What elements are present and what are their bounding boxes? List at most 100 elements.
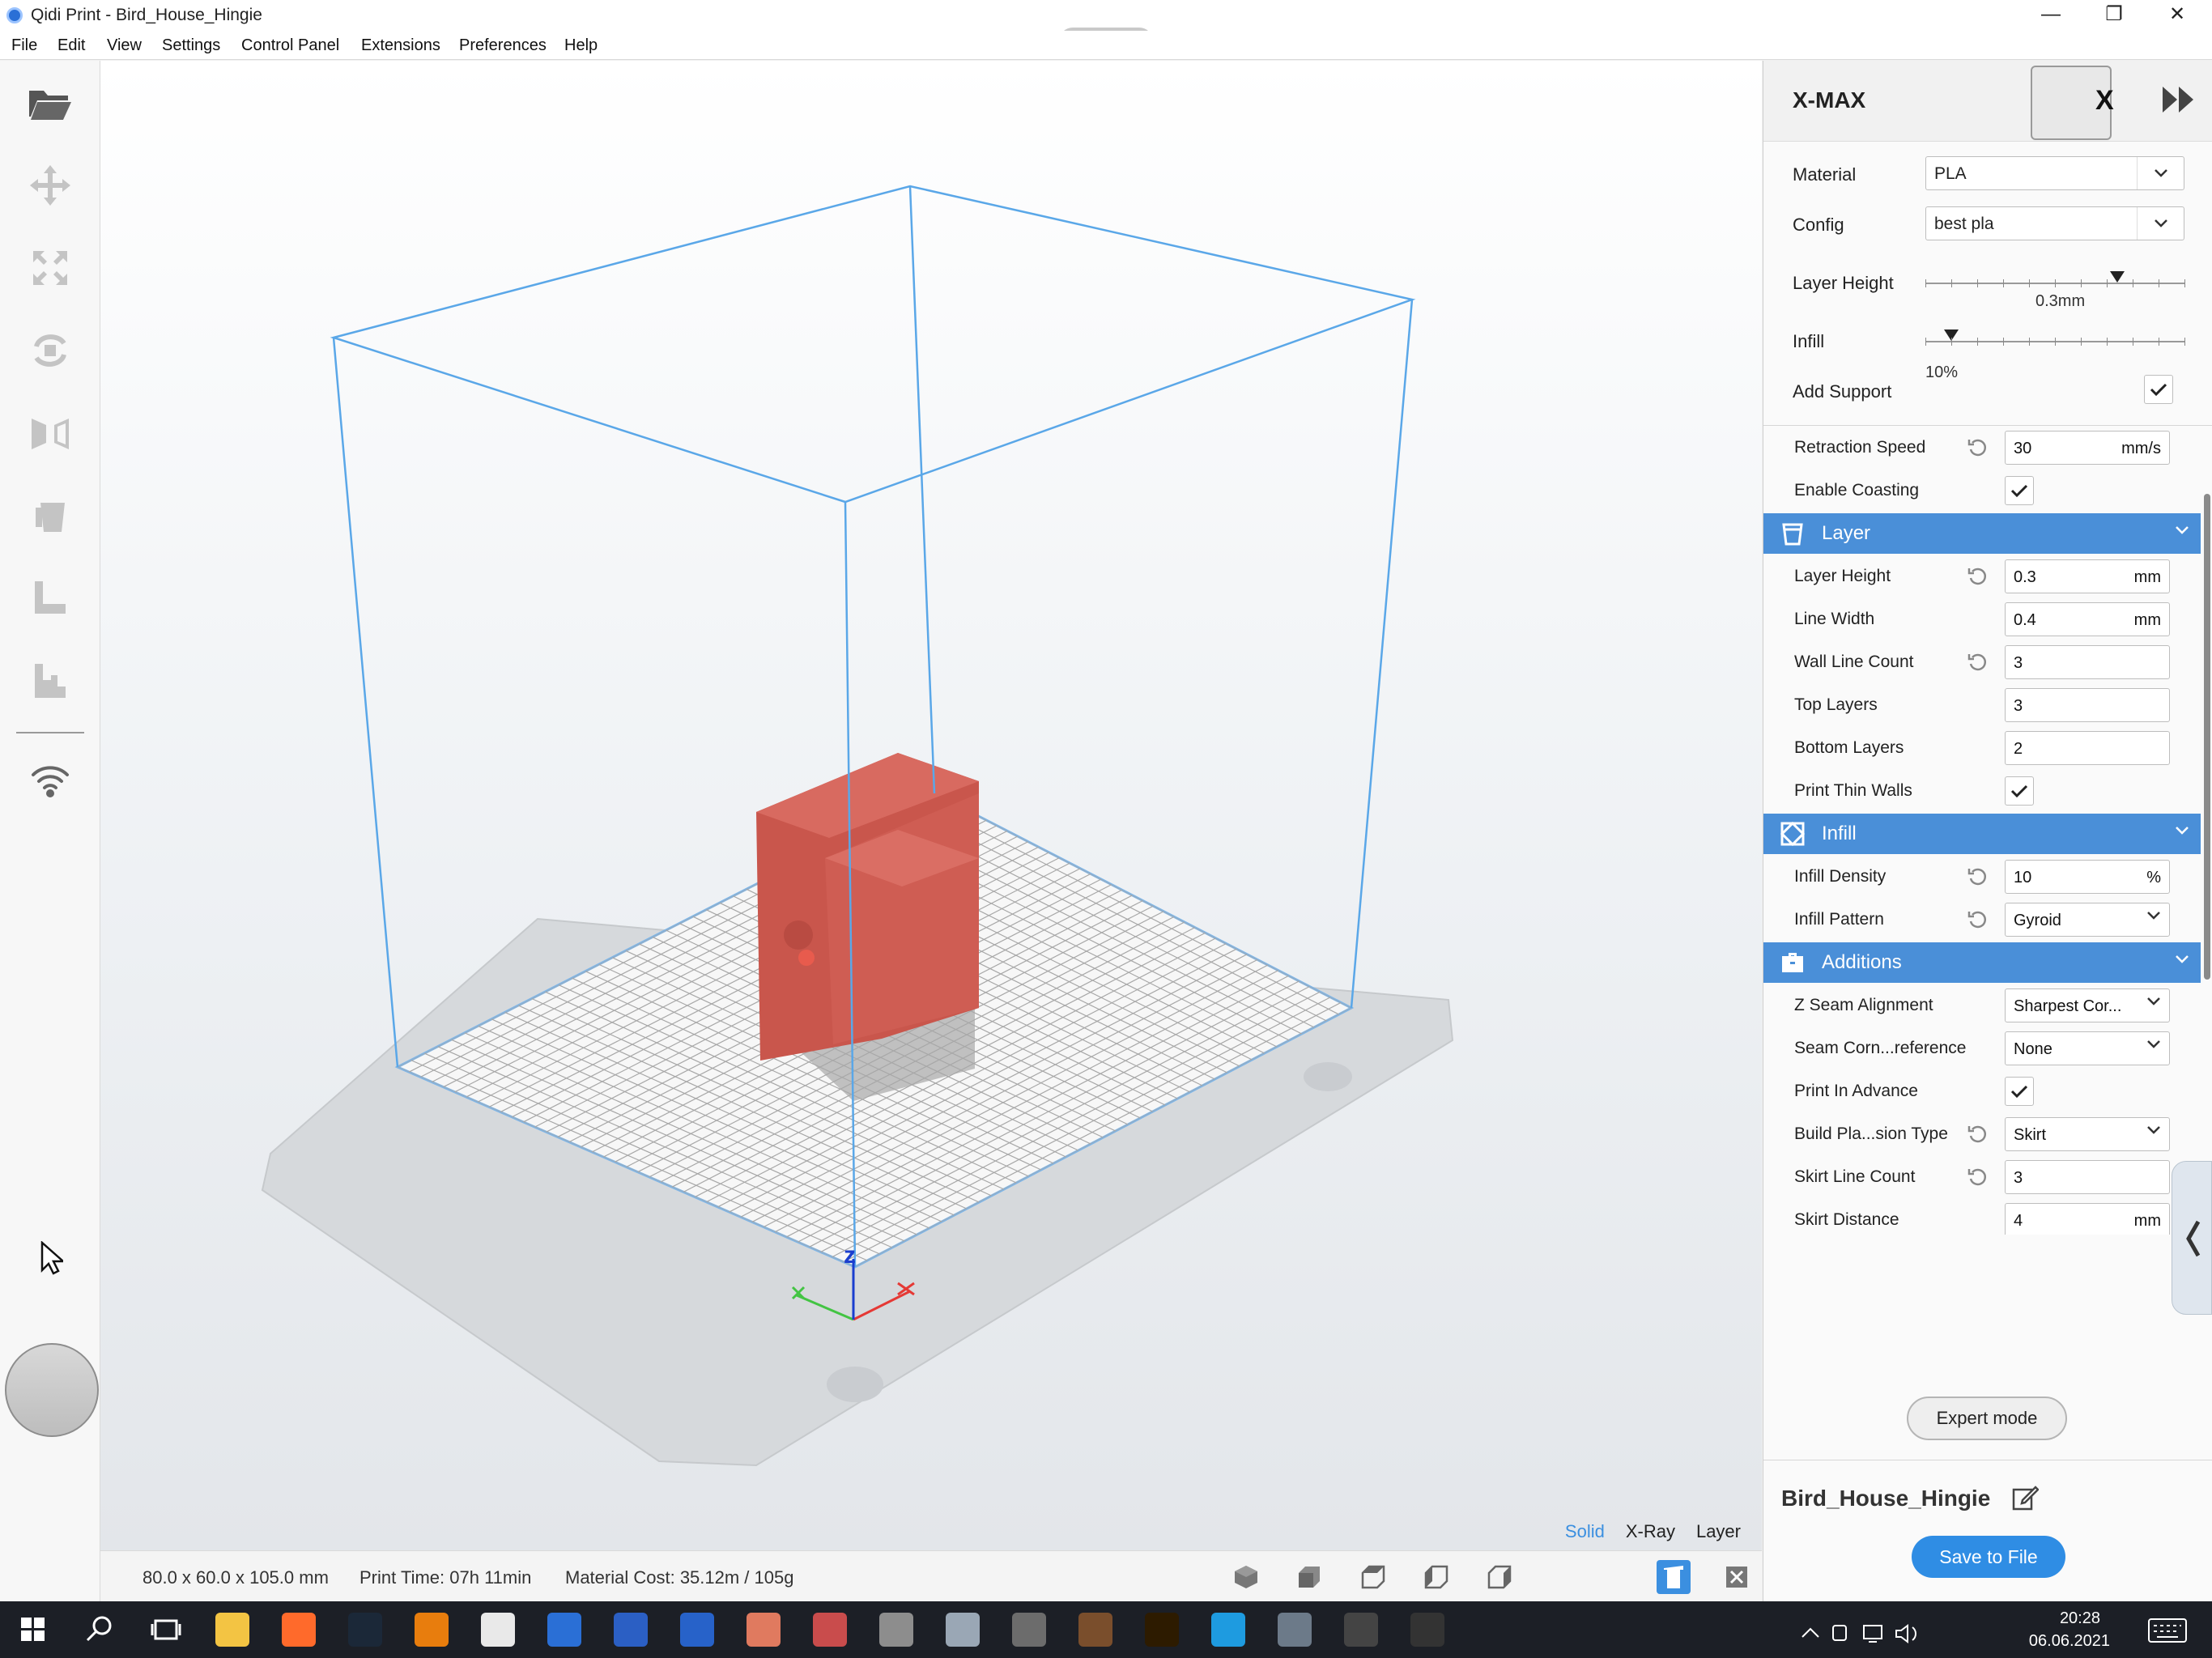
settings-scrollbar[interactable] <box>2204 494 2210 980</box>
support-blocker-icon[interactable] <box>24 572 76 624</box>
fs-app-icon[interactable] <box>1145 1613 1179 1647</box>
file-explorer-icon[interactable] <box>215 1613 249 1647</box>
view-mode-solid[interactable]: Solid <box>1565 1521 1605 1542</box>
skirt-distance-input[interactable]: 4 mm <box>2005 1203 2170 1235</box>
reset-icon[interactable] <box>1966 1123 1989 1150</box>
minimize-button[interactable]: — <box>2026 0 2076 31</box>
3d-viewport[interactable]: z Solid X-Ray Layer <box>100 61 1762 1550</box>
reset-icon[interactable] <box>1966 651 1989 678</box>
app-icon[interactable] <box>1078 1613 1112 1647</box>
xmind-icon[interactable] <box>481 1613 515 1647</box>
blender-icon[interactable] <box>415 1613 449 1647</box>
app-icon[interactable] <box>614 1613 648 1647</box>
move-icon[interactable] <box>24 159 76 211</box>
search-icon[interactable] <box>83 1613 117 1647</box>
app-icon[interactable] <box>1278 1613 1312 1647</box>
app-icon[interactable] <box>813 1613 847 1647</box>
close-button[interactable]: ✕ <box>2152 0 2202 31</box>
menu-settings[interactable]: Settings <box>162 36 220 55</box>
app-icon[interactable] <box>1410 1613 1444 1647</box>
maximize-button[interactable]: ❐ <box>2089 0 2139 31</box>
material-select[interactable]: PLA <box>1925 156 2184 190</box>
keyboard-icon[interactable] <box>2147 1618 2188 1647</box>
open-folder-icon[interactable] <box>24 77 76 129</box>
config-select[interactable]: best pla <box>1925 206 2184 240</box>
reset-icon[interactable] <box>1966 865 1989 892</box>
collapse-panel-icon[interactable] <box>2161 85 2197 121</box>
reset-icon[interactable] <box>1966 1166 1989 1192</box>
steam-icon[interactable] <box>348 1613 382 1647</box>
app-icon[interactable] <box>879 1613 913 1647</box>
windows-start-icon[interactable] <box>16 1613 50 1647</box>
reset-icon[interactable] <box>1966 565 1989 592</box>
slider-thumb[interactable] <box>2109 271 2125 283</box>
menu-help[interactable]: Help <box>564 36 598 55</box>
reset-icon[interactable] <box>1966 436 1989 463</box>
edit-icon[interactable] <box>2011 1484 2040 1516</box>
xray-view-icon[interactable] <box>1720 1560 1754 1594</box>
ar-app-icon[interactable] <box>1012 1613 1046 1647</box>
seam-corn-reference-select[interactable]: None <box>2005 1031 2170 1065</box>
scale-icon[interactable] <box>24 242 76 294</box>
top-layers-input[interactable]: 3 <box>2005 688 2170 722</box>
section-title: Additions <box>1822 951 1902 973</box>
support-icon[interactable] <box>24 655 76 707</box>
wifi-icon[interactable] <box>24 755 76 807</box>
front-view-icon[interactable] <box>1292 1560 1326 1594</box>
reset-icon[interactable] <box>1966 908 1989 935</box>
view-mode-xray[interactable]: X-Ray <box>1626 1521 1675 1542</box>
print-in-advance-checkbox[interactable] <box>2005 1077 2034 1106</box>
z-seam-alignment-select[interactable]: Sharpest Cor... <box>2005 988 2170 1022</box>
menu-extensions[interactable]: Extensions <box>361 36 440 55</box>
settings-list[interactable]: Retraction Speed 30 mm/s Enable Coasting Lay… <box>1763 425 2212 1235</box>
line-width-input[interactable]: 0.4 mm <box>2005 602 2170 636</box>
menu-control-panel[interactable]: Control Panel <box>241 36 339 55</box>
app-icon[interactable] <box>1211 1613 1245 1647</box>
menu-view[interactable]: View <box>107 36 142 55</box>
section-additions[interactable]: Additions <box>1763 942 2201 983</box>
tray-icons[interactable] <box>1799 1619 1937 1647</box>
side-panel-toggle[interactable] <box>2172 1161 2212 1315</box>
infill-density-input[interactable]: 10% <box>2005 860 2170 894</box>
infill-slider[interactable]: 10% <box>1925 329 2185 381</box>
powershell-icon[interactable] <box>680 1613 714 1647</box>
3d-view-icon[interactable] <box>1229 1560 1263 1594</box>
menu-file[interactable]: File <box>11 36 37 55</box>
face-app-icon[interactable] <box>747 1613 781 1647</box>
qidi-print-icon[interactable] <box>547 1613 581 1647</box>
layer-height-slider[interactable]: 0.3mm <box>1925 271 2185 310</box>
assistive-touch-button[interactable] <box>5 1343 99 1437</box>
mirror-icon[interactable] <box>24 407 76 459</box>
section-title: Layer <box>1822 522 1871 544</box>
support-view-icon[interactable] <box>1657 1560 1691 1594</box>
build-pla-sion-type-select[interactable]: Skirt <box>2005 1117 2170 1151</box>
menu-preferences[interactable]: Preferences <box>459 36 547 55</box>
clock-time[interactable]: 20:28 <box>2060 1609 2100 1628</box>
enable-coasting-checkbox[interactable] <box>2005 476 2034 505</box>
infill-pattern-select[interactable]: Gyroid <box>2005 903 2170 937</box>
save-to-file-button[interactable]: Save to File <box>1912 1536 2065 1578</box>
task-view-icon[interactable] <box>149 1613 183 1647</box>
menu-edit[interactable]: Edit <box>57 36 85 55</box>
right-view-icon[interactable] <box>1482 1560 1516 1594</box>
per-model-settings-icon[interactable] <box>24 490 76 542</box>
view-mode-layer[interactable]: Layer <box>1696 1521 1741 1542</box>
bottom-layers-input[interactable]: 2 <box>2005 731 2170 765</box>
clock-date[interactable]: 06.06.2021 <box>2029 1632 2110 1651</box>
retraction-speed-input[interactable]: 30 mm/s <box>2005 431 2170 465</box>
left-view-icon[interactable] <box>1419 1560 1453 1594</box>
top-view-icon[interactable] <box>1356 1560 1390 1594</box>
skirt-line-count-input[interactable]: 3 <box>2005 1160 2170 1194</box>
firefox-icon[interactable] <box>282 1613 316 1647</box>
add-support-checkbox[interactable] <box>2144 375 2173 404</box>
section-infill[interactable]: Infill <box>1763 814 2201 854</box>
layer-height-input[interactable]: 0.3 mm <box>2005 559 2170 593</box>
app-icon[interactable] <box>1344 1613 1378 1647</box>
app-icon[interactable] <box>946 1613 980 1647</box>
printer-image[interactable] <box>2031 66 2114 140</box>
section-layer[interactable]: Layer <box>1763 513 2201 554</box>
print-thin-walls-checkbox[interactable] <box>2005 776 2034 806</box>
expert-mode-button[interactable]: Expert mode <box>1907 1397 2067 1440</box>
rotate-icon[interactable] <box>24 325 76 376</box>
wall-line-count-input[interactable]: 3 <box>2005 645 2170 679</box>
